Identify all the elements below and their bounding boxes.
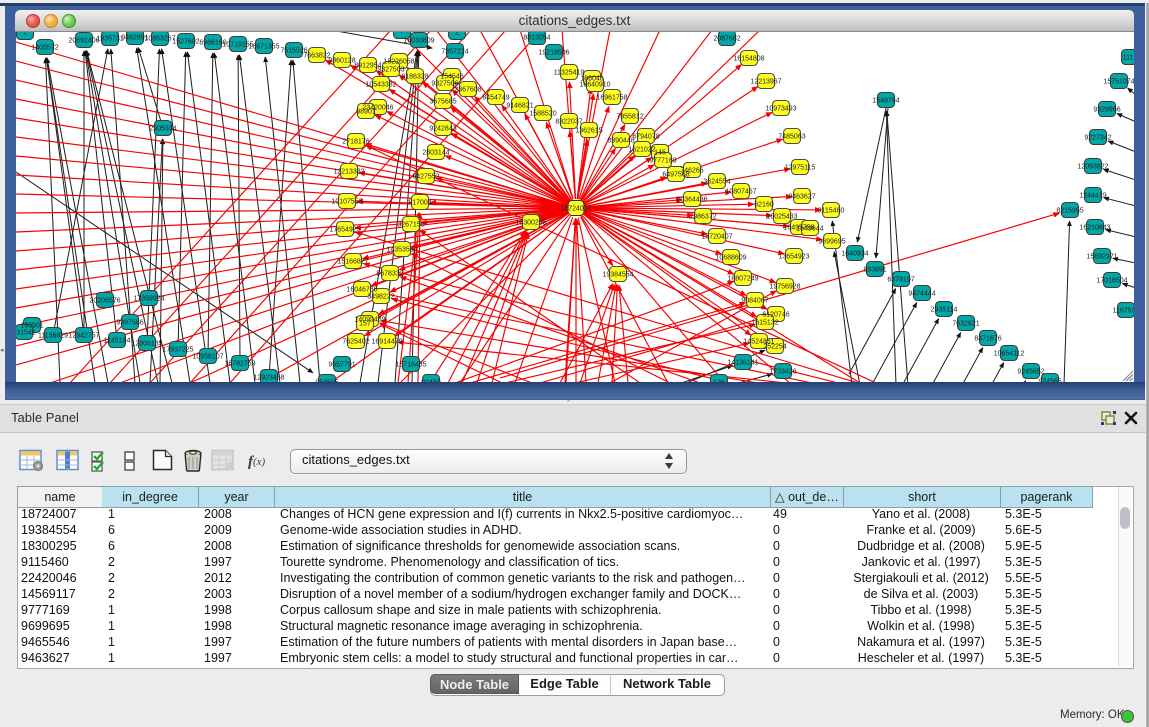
svg-text:(x): (x) [253,456,266,468]
